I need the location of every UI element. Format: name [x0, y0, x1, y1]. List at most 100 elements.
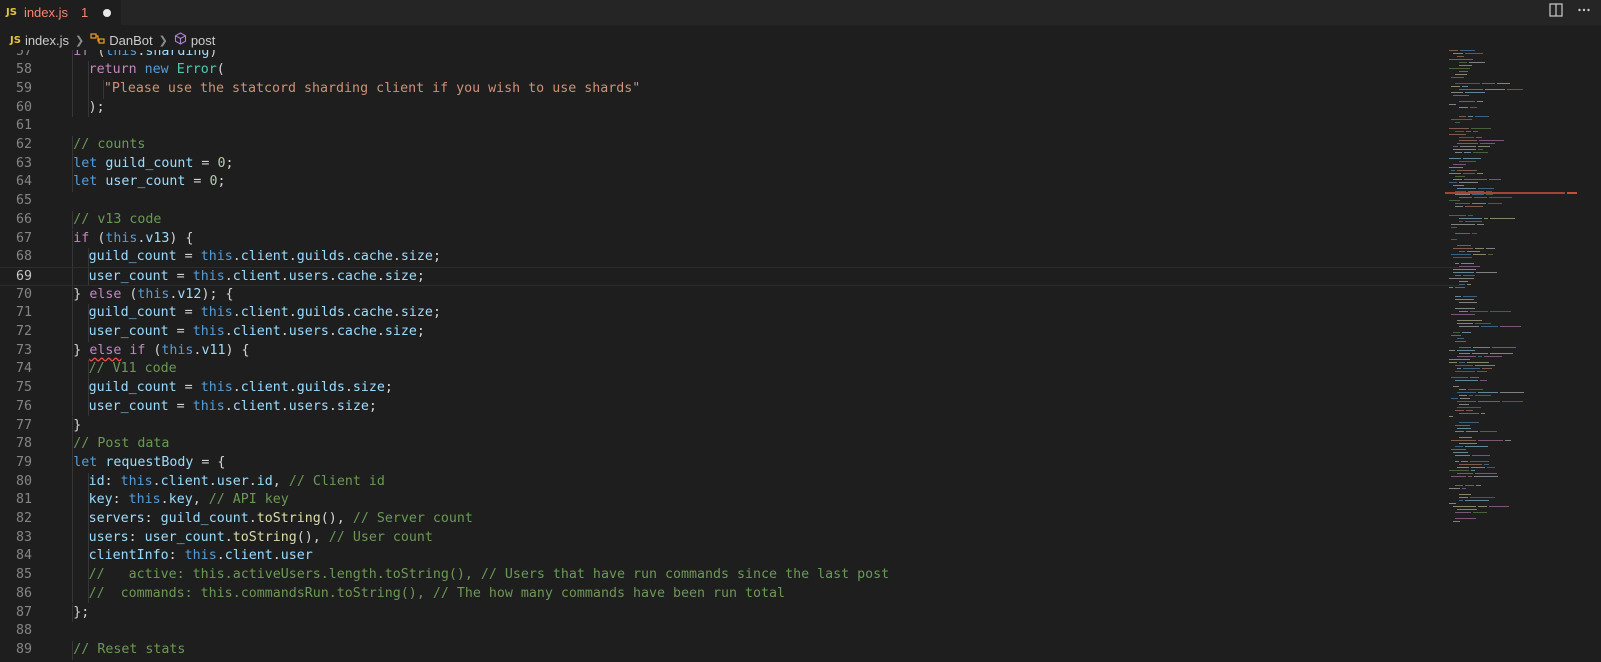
- code-token: =: [168, 398, 193, 414]
- code-line[interactable]: 60);: [0, 98, 1460, 118]
- code-line[interactable]: 63 let guild_count = 0;: [0, 154, 1460, 174]
- minimap-code-segment: [1459, 302, 1477, 303]
- code-line[interactable]: 83 users: user_count.toString(), // User …: [0, 528, 1460, 548]
- code-token: .: [344, 249, 353, 265]
- code-line[interactable]: 69 user_count = this.client.users.cache.s…: [0, 266, 1460, 286]
- minimap-code-segment: [1455, 410, 1464, 411]
- code-line[interactable]: 62 // counts: [0, 136, 1460, 155]
- code-token: .: [328, 398, 337, 414]
- code-token: this: [105, 230, 138, 246]
- code-text: user_count = this.client.users.size;: [89, 398, 377, 417]
- minimap-code-segment: [1502, 401, 1523, 402]
- unsaved-changes-dot-icon[interactable]: [103, 8, 112, 17]
- minimap-code-segment: [1453, 269, 1476, 270]
- code-line[interactable]: 71 guild_count = this.client.guilds.cache…: [0, 304, 1460, 323]
- minimap-code-segment: [1455, 176, 1465, 177]
- code-token: key: [168, 492, 193, 508]
- minimap-code-segment: [1455, 152, 1462, 153]
- code-line[interactable]: 89 // Reset stats: [0, 640, 1460, 660]
- breadcrumb-class[interactable]: DanBot: [90, 32, 153, 48]
- minimap-code-segment: [1462, 86, 1468, 87]
- line-number: 79: [15, 454, 32, 470]
- code-line[interactable]: 86 // commands: this.commandsRun.toString…: [0, 584, 1460, 604]
- minimap-code-segment: [1467, 251, 1480, 252]
- minimap-error-marker: [1445, 192, 1565, 194]
- code-line[interactable]: 64 let user_count = 0;: [0, 173, 1460, 193]
- code-token: "Please use the statcord sharding client…: [103, 80, 641, 96]
- minimap-code-segment: [1471, 467, 1485, 468]
- minimap-code-segment: [1455, 365, 1473, 366]
- line-number: 75: [15, 380, 32, 396]
- code-editor[interactable]: 57 if (this.sharding) 58 return new Error(5…: [0, 50, 1460, 662]
- code-line[interactable]: 82 servers: guild_count.toString(), // Se…: [0, 510, 1460, 529]
- code-token: (: [89, 50, 106, 59]
- code-line[interactable]: 79 let requestBody = {: [0, 453, 1460, 473]
- minimap-code-segment: [1451, 224, 1475, 225]
- minimap-code-segment: [1457, 56, 1464, 57]
- minimap-code-segment: [1453, 248, 1473, 249]
- code-line[interactable]: 73} else if (this.v11) {: [0, 341, 1460, 361]
- code-line[interactable]: 66 // v13 code: [0, 210, 1460, 230]
- code-token: user_count: [88, 268, 169, 284]
- minimap[interactable]: [1445, 50, 1565, 662]
- breadcrumb-method[interactable]: post: [174, 32, 215, 48]
- code-token: ;: [225, 155, 234, 171]
- line-number: 80: [15, 473, 32, 489]
- code-line[interactable]: 87};: [0, 603, 1460, 623]
- minimap-code-segment: [1451, 86, 1460, 87]
- minimap-code-segment: [1459, 281, 1468, 282]
- minimap-code-segment: [1500, 392, 1524, 393]
- code-line[interactable]: 68 guild_count = this.client.guilds.cache…: [0, 248, 1460, 267]
- code-line[interactable]: 78 // Post data: [0, 435, 1460, 454]
- breadcrumb-file[interactable]: JS index.js: [10, 33, 69, 48]
- class-symbol-icon: [90, 32, 105, 48]
- code-line[interactable]: 58 return new Error(: [0, 61, 1460, 80]
- minimap-code-segment: [1472, 353, 1488, 354]
- minimap-code-segment: [1457, 350, 1475, 351]
- code-token: toString: [256, 511, 321, 526]
- code-line[interactable]: 70} else (this.v12); {: [0, 285, 1460, 305]
- split-editor-icon[interactable]: [1547, 3, 1565, 21]
- minimap-code-segment: [1459, 137, 1474, 138]
- minimap-code-segment: [1478, 440, 1503, 441]
- minimap-code-segment: [1489, 506, 1509, 507]
- code-token: users: [88, 529, 129, 545]
- code-line[interactable]: 72 user_count = this.client.users.cache.s…: [0, 323, 1460, 342]
- code-line[interactable]: 76 user_count = this.client.users.size;: [0, 397, 1460, 417]
- code-line[interactable]: 67 if (this.v13) {: [0, 229, 1460, 249]
- code-line[interactable]: 74 // V11 code: [0, 360, 1460, 380]
- code-token: .: [280, 268, 289, 284]
- editor-tab-index-js[interactable]: JS index.js 1: [0, 0, 122, 25]
- minimap-code-segment: [1470, 377, 1479, 378]
- minimap-code-segment: [1457, 392, 1476, 393]
- code-line[interactable]: 77}: [0, 416, 1460, 436]
- code-line[interactable]: 59 "Please use the statcord sharding clie…: [0, 79, 1460, 99]
- minimap-code-segment: [1453, 386, 1459, 387]
- more-actions-icon[interactable]: [1575, 3, 1593, 21]
- minimap-code-segment: [1486, 194, 1493, 195]
- code-token: =: [176, 249, 201, 265]
- indent-guide: [72, 323, 74, 342]
- code-line[interactable]: 85 // active: this.activeUsers.length.toS…: [0, 566, 1460, 585]
- code-line[interactable]: 61: [0, 117, 1460, 136]
- code-line[interactable]: 84 clientInfo: this.client.user: [0, 547, 1460, 567]
- minimap-code-segment: [1465, 500, 1489, 501]
- code-token: =: [176, 380, 201, 396]
- vertical-scrollbar[interactable]: [1565, 50, 1579, 662]
- minimap-code-segment: [1476, 485, 1481, 486]
- code-token: size: [400, 249, 433, 265]
- code-line[interactable]: 80 id: this.client.user.id, // Client id: [0, 472, 1460, 492]
- code-token: ;: [432, 305, 441, 321]
- indent-guide: [72, 98, 74, 118]
- code-token: = {: [193, 454, 226, 470]
- code-line[interactable]: 88: [0, 622, 1460, 641]
- code-line[interactable]: 65: [0, 192, 1460, 211]
- minimap-code-segment: [1467, 284, 1471, 285]
- code-line[interactable]: 57 if (this.sharding): [0, 50, 1460, 62]
- code-token: // API key: [208, 492, 289, 508]
- code-line[interactable]: 75 guild_count = this.client.guilds.size;: [0, 379, 1460, 398]
- code-text: if (this.v13) {: [73, 230, 193, 249]
- code-text: if (this.sharding): [73, 50, 217, 61]
- code-line[interactable]: 81 key: this.key, // API key: [0, 491, 1460, 510]
- minimap-code-segment: [1455, 518, 1476, 519]
